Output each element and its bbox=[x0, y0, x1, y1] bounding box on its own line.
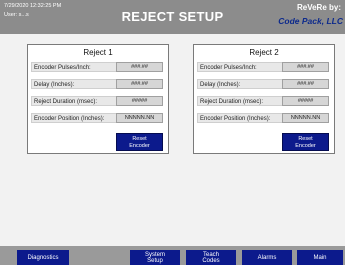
panel-title: Reject 1 bbox=[83, 48, 113, 57]
reject-duration-label: Reject Duration (msec): bbox=[34, 99, 98, 105]
nav-teach-codes-button[interactable]: Teach Codes bbox=[186, 250, 236, 265]
encoder-pulses-label: Encoder Pulses/Inch: bbox=[200, 65, 257, 71]
encoder-position-value: NNNNN.NN bbox=[282, 113, 329, 123]
nav-system-setup-button[interactable]: System Setup bbox=[130, 250, 180, 265]
delay-value[interactable]: ###.## bbox=[282, 79, 329, 89]
brand-tagline: ReVeRe by: bbox=[296, 3, 341, 12]
encoder-position-label: Encoder Position (Inches): bbox=[34, 116, 105, 122]
reset-encoder-button[interactable]: Reset Encoder bbox=[282, 133, 329, 151]
delay-label: Delay (Inches): bbox=[34, 82, 75, 88]
encoder-label: Encoder bbox=[295, 143, 316, 149]
encoder-pulses-value[interactable]: ###.## bbox=[116, 62, 163, 72]
nav-codes-label: Codes bbox=[202, 258, 220, 264]
encoder-position-label: Encoder Position (Inches): bbox=[200, 116, 271, 122]
reject-1-panel: Reject 1 Encoder Pulses/Inch: ###.## Del… bbox=[27, 44, 169, 154]
reject-duration-value[interactable]: ##### bbox=[116, 96, 163, 106]
reset-label: Reset bbox=[298, 136, 313, 142]
nav-setup-label: Setup bbox=[147, 258, 163, 264]
panel-title: Reject 2 bbox=[249, 48, 279, 57]
encoder-label: Encoder bbox=[129, 143, 150, 149]
delay-label: Delay (Inches): bbox=[200, 82, 241, 88]
reject-2-panel: Reject 2 Encoder Pulses/Inch: ###.## Del… bbox=[193, 44, 335, 154]
encoder-pulses-value[interactable]: ###.## bbox=[282, 62, 329, 72]
header-bar: 7/29/2020 12:32:25 PM User: s...s REJECT… bbox=[0, 0, 345, 34]
nav-alarms-label: Alarms bbox=[257, 255, 277, 261]
reset-encoder-button[interactable]: Reset Encoder bbox=[116, 133, 163, 151]
nav-main-button[interactable]: Main bbox=[297, 250, 343, 265]
brand-logo: Code Pack, LLC bbox=[278, 16, 343, 26]
nav-diagnostics-button[interactable]: Diagnostics bbox=[17, 250, 69, 265]
reject-duration-label: Reject Duration (msec): bbox=[200, 99, 264, 105]
nav-main-label: Main bbox=[313, 255, 327, 261]
nav-alarms-button[interactable]: Alarms bbox=[242, 250, 292, 265]
reject-duration-value[interactable]: ##### bbox=[282, 96, 329, 106]
encoder-pulses-label: Encoder Pulses/Inch: bbox=[34, 65, 91, 71]
reset-label: Reset bbox=[132, 136, 147, 142]
delay-value[interactable]: ###.## bbox=[116, 79, 163, 89]
encoder-position-value: NNNNN.NN bbox=[116, 113, 163, 123]
nav-diagnostics-label: Diagnostics bbox=[27, 255, 59, 261]
